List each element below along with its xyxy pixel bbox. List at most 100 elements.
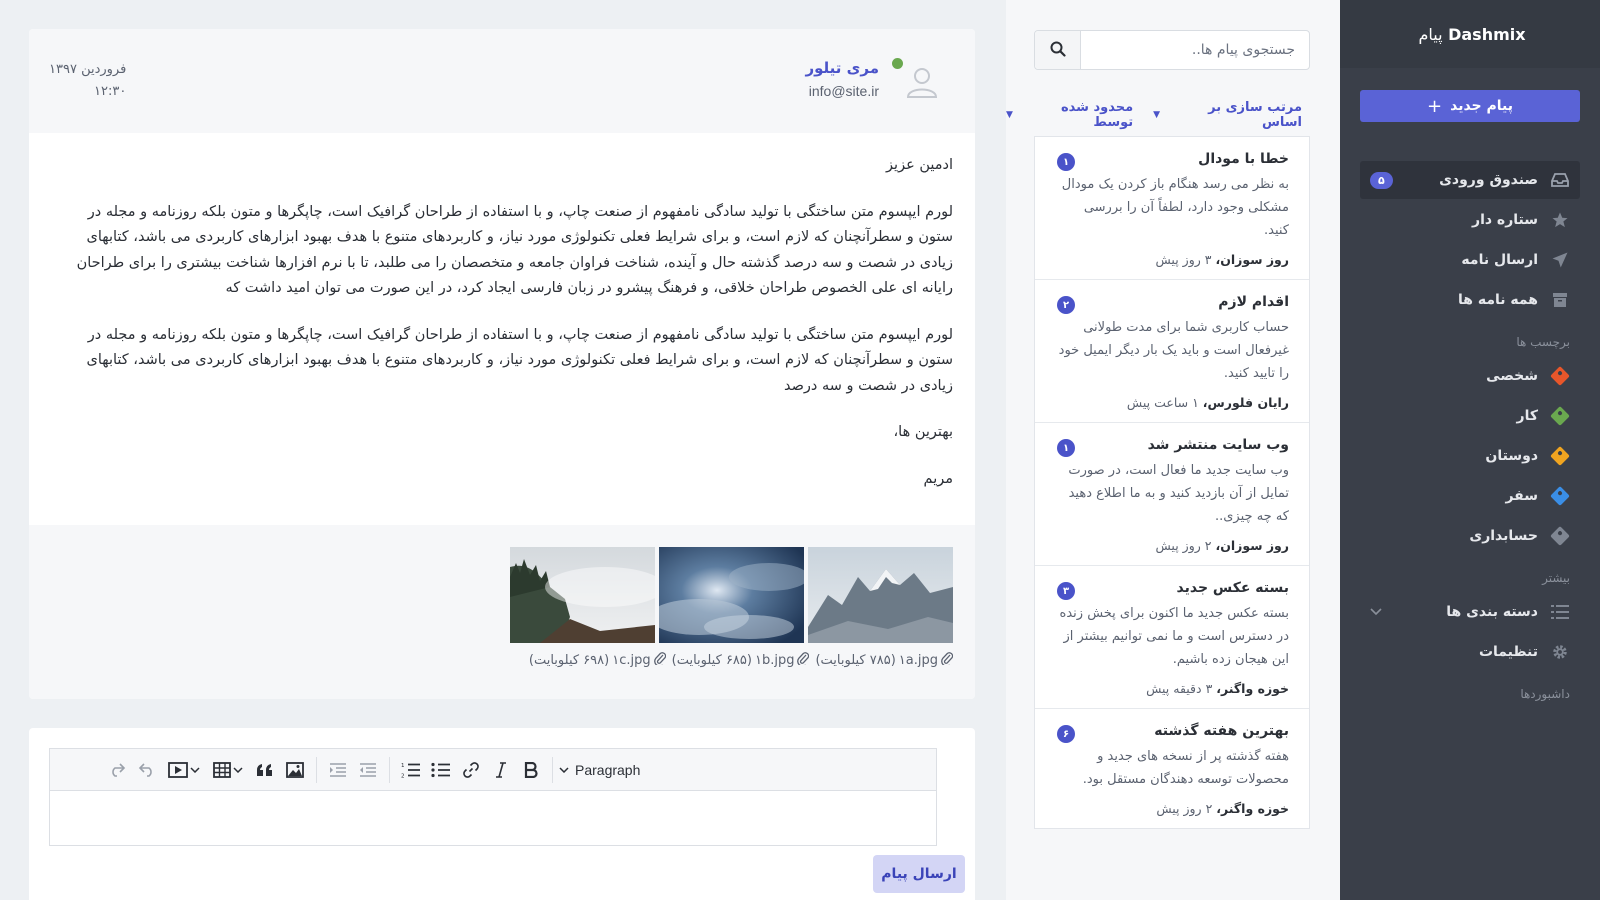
search-input[interactable] xyxy=(1081,31,1309,69)
message-title: بسته عکس جدید xyxy=(1176,580,1289,596)
sidebar-item-starred[interactable]: ستاره دار xyxy=(1360,201,1580,239)
undo-button[interactable] xyxy=(132,755,162,785)
tag-icon xyxy=(1550,446,1570,466)
message-greeting: ادمین عزیز xyxy=(886,157,953,173)
svg-text:1: 1 xyxy=(401,763,405,769)
compose-button[interactable]: پیام جدید + xyxy=(1360,90,1580,122)
sidebar-label-accounting[interactable]: حسابداری xyxy=(1360,517,1580,555)
plus-icon: + xyxy=(1427,95,1443,117)
insert-image-button[interactable] xyxy=(280,755,310,785)
tag-icon xyxy=(1550,366,1570,386)
sidebar-item-label: شخصی xyxy=(1486,368,1538,384)
chevron-down-icon xyxy=(1370,605,1382,619)
brand-logo[interactable]: Dashmix پیام xyxy=(1414,25,1525,44)
search-box xyxy=(1034,30,1310,70)
message-time: ۲ روز پیش xyxy=(1155,538,1212,553)
message-meta: روز سوزان، ۳ روز پیش xyxy=(1055,252,1290,267)
message-count-badge: ۶ xyxy=(1057,725,1075,743)
message-date-time: ۱۲:۳۰ xyxy=(94,84,127,99)
message-list: خطا با مودال ۱ به نظر می رسد هنگام باز ک… xyxy=(1034,136,1310,829)
sender-name[interactable]: مری تیلور xyxy=(805,59,879,77)
numbered-list-icon: 12 xyxy=(401,763,420,778)
link-button[interactable] xyxy=(456,755,486,785)
paperclip-icon xyxy=(941,651,954,669)
toolbar-separator xyxy=(552,756,553,783)
star-icon xyxy=(1550,210,1570,230)
sidebar-item-categories[interactable]: دسته بندی ها xyxy=(1360,593,1580,631)
message-preview: حساب کاربری شما برای مدت طولانی غیرفعال … xyxy=(1058,320,1289,381)
archive-icon xyxy=(1550,290,1570,310)
message-title: اقدام لازم xyxy=(1218,294,1289,310)
numbered-list-button[interactable]: 12 xyxy=(396,755,426,785)
message-item[interactable]: وب سایت منتشر شد ۱ وب سایت جدید ما فعال … xyxy=(1035,423,1309,566)
editor-content-area[interactable] xyxy=(50,791,936,846)
sidebar-item-inbox[interactable]: صندوق ورودی ۵ xyxy=(1360,161,1580,199)
message-item[interactable]: خطا با مودال ۱ به نظر می رسد هنگام باز ک… xyxy=(1035,137,1309,280)
attachment-name: ۱b.jpg xyxy=(754,652,795,668)
redo-icon xyxy=(112,762,126,777)
message-list-panel: مرتب سازی بر اساس ▼ محدود شده توسط ▼ خطا… xyxy=(1006,0,1340,900)
redo-button[interactable] xyxy=(102,755,132,785)
indent-button[interactable] xyxy=(323,755,353,785)
attachment-link[interactable]: ۱c.jpg (۶۹۸ کیلوبایت) xyxy=(529,651,666,669)
sidebar-item-settings[interactable]: تنظیمات xyxy=(1360,633,1580,671)
attachments-area: ۱a.jpg (۷۸۵ کیلوبایت) ۱b.jpg (۶۸۵ کیلوبا… xyxy=(29,525,975,699)
message-count-badge: ۳ xyxy=(1057,582,1075,600)
sidebar-item-all-mail[interactable]: همه نامه ها xyxy=(1360,281,1580,319)
attachment-thumbnail[interactable] xyxy=(808,547,953,643)
sidebar-nav: صندوق ورودی ۵ ستاره دار ارسال نامه همه ن… xyxy=(1360,161,1580,709)
paragraph-format-dropdown[interactable]: Paragraph xyxy=(559,762,640,778)
message-time: ۳ دقیقه پیش xyxy=(1146,681,1213,696)
attachment-size: (۶۹۸ کیلوبایت) xyxy=(528,652,610,668)
message-title: بهترین هفته گذشته xyxy=(1154,723,1289,739)
sidebar-item-sent[interactable]: ارسال نامه xyxy=(1360,241,1580,279)
tag-shape xyxy=(1550,406,1570,426)
svg-text:2: 2 xyxy=(401,773,405,778)
message-meta: خوزه واگنر، ۲ روز پیش xyxy=(1055,801,1289,816)
outdent-button[interactable] xyxy=(353,755,383,785)
message-signature: مریم xyxy=(923,470,953,487)
italic-button[interactable] xyxy=(486,755,516,785)
sort-dropdown[interactable]: مرتب سازی بر اساس ▼ xyxy=(1153,100,1302,130)
attachment-thumbnail[interactable] xyxy=(659,547,804,643)
tag-icon xyxy=(1550,526,1570,546)
sidebar-label-personal[interactable]: شخصی xyxy=(1360,357,1580,395)
link-icon xyxy=(463,761,479,778)
message-title: وب سایت منتشر شد xyxy=(1147,437,1289,453)
attachment-link[interactable]: ۱b.jpg (۶۸۵ کیلوبایت) xyxy=(672,651,810,669)
list-icon xyxy=(1550,602,1570,622)
tag-shape xyxy=(1550,366,1570,386)
paperclip-icon xyxy=(653,651,666,669)
unread-badge: ۵ xyxy=(1370,171,1393,189)
bold-button[interactable] xyxy=(516,755,546,785)
message-body: ادمین عزیز لورم ایپسوم متن ساختگی با تول… xyxy=(29,133,975,492)
attachment-link[interactable]: ۱a.jpg (۷۸۵ کیلوبایت) xyxy=(815,651,954,669)
sidebar-label-travel[interactable]: سفر xyxy=(1360,477,1580,515)
chevron-down-icon xyxy=(190,766,200,773)
message-meta: روز سوزان، ۲ روز پیش xyxy=(1055,538,1290,553)
sidebar-item-label: حسابداری xyxy=(1469,528,1538,544)
message-item[interactable]: بسته عکس جدید ۳ بسته عکس جدید ما اکنون ب… xyxy=(1035,566,1309,709)
media-embed-dropdown[interactable] xyxy=(162,755,206,785)
attachment-name: ۱c.jpg xyxy=(612,652,651,668)
rich-text-editor: 12 Paragraph xyxy=(49,748,937,846)
search-button[interactable] xyxy=(1035,31,1081,69)
sidebar-label-friends[interactable]: دوستان xyxy=(1360,437,1580,475)
table-dropdown[interactable] xyxy=(206,755,250,785)
tag-shape xyxy=(1550,446,1570,466)
blockquote-button[interactable] xyxy=(250,755,280,785)
message-sender: خوزه واگنر، xyxy=(1216,681,1289,696)
filter-label: محدود شده توسط xyxy=(1060,100,1134,130)
message-item[interactable]: اقدام لازم ۲ حساب کاربری شما برای مدت طو… xyxy=(1035,280,1309,423)
sidebar: Dashmix پیام پیام جدید + صندوق ورودی ۵ س… xyxy=(1340,0,1600,900)
message-title: خطا با مودال xyxy=(1198,151,1289,167)
online-status-dot xyxy=(892,58,903,69)
bullet-list-button[interactable] xyxy=(426,755,456,785)
message-item[interactable]: بهترین هفته گذشته ۶ هفته گذشته پر از نسخ… xyxy=(1035,709,1309,828)
sidebar-label-work[interactable]: کار xyxy=(1360,397,1580,435)
tag-shape xyxy=(1550,486,1570,506)
attachment-thumbnail[interactable] xyxy=(510,547,655,643)
bullet-list-icon xyxy=(431,762,450,777)
send-message-button[interactable]: ارسال پیام xyxy=(873,855,965,893)
filter-dropdown[interactable]: محدود شده توسط ▼ xyxy=(1006,100,1133,130)
